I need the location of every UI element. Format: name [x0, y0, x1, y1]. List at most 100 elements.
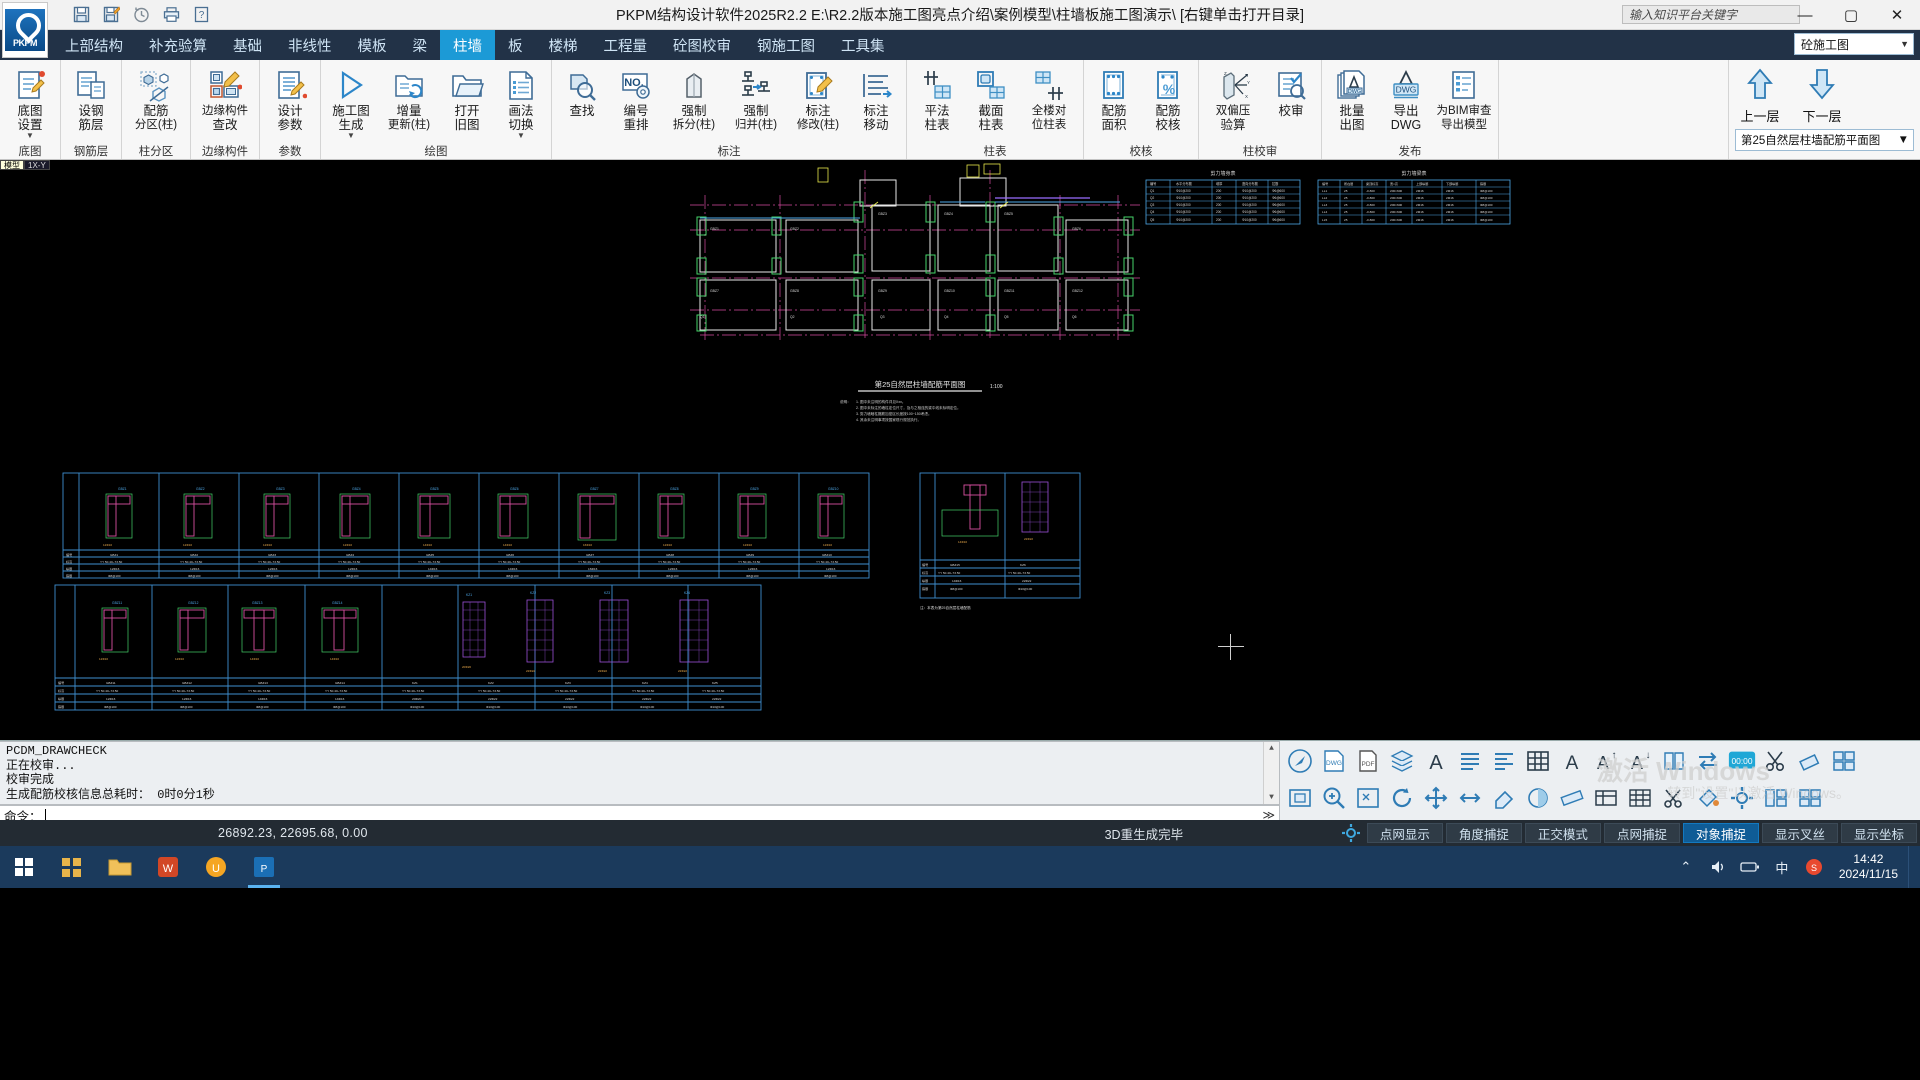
color-picker-icon[interactable] — [1522, 782, 1554, 814]
menu-item-7[interactable]: 板 — [495, 30, 536, 60]
knowledge-search-input[interactable]: 输入知识平台关键字 — [1622, 5, 1800, 24]
status-toggle-1[interactable]: 角度捕捉 — [1445, 823, 1522, 843]
status-toggle-2[interactable]: 正交模式 — [1524, 823, 1601, 843]
swap-icon[interactable] — [1692, 745, 1724, 777]
save-as-icon[interactable] — [98, 3, 124, 27]
export-dwg-button[interactable]: DWG 导出 DWG — [1379, 64, 1433, 132]
menu-item-4[interactable]: 模板 — [345, 30, 400, 60]
rebar-check-button[interactable]: % 配筋 校核 — [1141, 64, 1195, 132]
zoom-in-icon[interactable] — [1318, 782, 1350, 814]
chevron-down-icon[interactable]: ▼ — [347, 132, 355, 140]
timer-icon[interactable]: 00:00 — [1726, 745, 1758, 777]
annotation-edit-column-button[interactable]: 标注 修改(柱) — [787, 64, 849, 132]
dwg-badge-icon[interactable]: DWG — [1318, 745, 1350, 777]
layout-1-icon[interactable] — [1760, 782, 1792, 814]
command-history[interactable]: PCDM_DRAWCHECK 正在校审... 校审完成 生成配筋校核信息总耗时：… — [0, 741, 1280, 805]
chevron-down-icon[interactable]: ▼ — [517, 132, 525, 140]
table-cell-icon[interactable] — [1590, 782, 1622, 814]
module-combo[interactable]: 砼施工图 ▼ — [1794, 33, 1914, 55]
table-grid-icon[interactable] — [1624, 782, 1656, 814]
menu-item-1[interactable]: 补充验算 — [136, 30, 220, 60]
settings-gear-icon[interactable] — [1726, 782, 1758, 814]
renumber-button[interactable]: NO. 编号 重排 — [609, 64, 663, 132]
menu-item-5[interactable]: 梁 — [400, 30, 441, 60]
export-bim-model-button[interactable]: 为BIM审查 导出模型 — [1433, 64, 1495, 132]
battery-icon[interactable] — [1735, 846, 1765, 888]
incremental-update-button[interactable]: 增量 更新(柱) — [378, 64, 440, 132]
menu-item-0[interactable]: 上部结构 — [52, 30, 136, 60]
generate-drawing-button[interactable]: 施工图 生成 ▼ — [324, 64, 378, 140]
batch-plot-button[interactable]: DWG 批量 出图 — [1325, 64, 1379, 132]
text-lines-icon[interactable] — [1454, 745, 1486, 777]
prev-layer-button[interactable]: 上一层 — [1729, 66, 1791, 125]
paint-icon[interactable] — [1692, 782, 1724, 814]
rebar-layer-button[interactable]: 设钢 筋层 — [64, 64, 118, 132]
pdf-icon[interactable]: PDF — [1352, 745, 1384, 777]
canvas-tab-0[interactable]: 模型 — [0, 160, 24, 170]
close-button[interactable]: ✕ — [1874, 0, 1920, 30]
pkpm-logo[interactable]: PKPM — [2, 2, 48, 58]
uc-icon[interactable]: U — [192, 846, 240, 888]
base-drawing-settings-button[interactable]: 底图 设置 ▼ — [3, 64, 57, 140]
menu-item-12[interactable]: 工具集 — [828, 30, 898, 60]
scroll-down-icon[interactable]: ▼ — [1269, 791, 1274, 804]
menu-item-9[interactable]: 工程量 — [591, 30, 661, 60]
status-toggle-4[interactable]: 对象捕捉 — [1682, 823, 1759, 843]
maximize-button[interactable]: ▢ — [1828, 0, 1874, 30]
edge-member-edit-button[interactable]: 边缘构件 查改 — [194, 64, 256, 132]
wps-icon[interactable]: W — [144, 846, 192, 888]
biaxial-check-button[interactable]: Z Y X 双偏压 验算 — [1202, 64, 1264, 132]
volume-icon[interactable] — [1703, 846, 1733, 888]
layout-2-icon[interactable] — [1794, 782, 1826, 814]
cut-icon[interactable] — [1760, 745, 1792, 777]
erase-icon[interactable] — [1488, 782, 1520, 814]
design-parameters-button[interactable]: 设计 参数 — [263, 64, 317, 132]
menu-item-8[interactable]: 楼梯 — [536, 30, 591, 60]
open-old-drawing-button[interactable]: 打开 旧图 — [440, 64, 494, 132]
font-a-plus-icon[interactable]: A ↑ — [1590, 745, 1622, 777]
command-scrollbar[interactable]: ▲ ▼ — [1263, 742, 1279, 804]
menu-item-10[interactable]: 砼图校审 — [660, 30, 744, 60]
pkpm-icon[interactable]: P — [240, 846, 288, 888]
zoom-extents-icon[interactable] — [1352, 782, 1384, 814]
menu-item-6[interactable]: 柱墙 — [440, 30, 495, 60]
taskview-icon[interactable] — [48, 846, 96, 888]
sogou-icon[interactable]: S — [1799, 846, 1829, 888]
layers-icon[interactable] — [1386, 745, 1418, 777]
help-icon[interactable]: ? — [188, 3, 214, 27]
menu-item-11[interactable]: 钢施工图 — [744, 30, 828, 60]
save-icon[interactable] — [68, 3, 94, 27]
find-button[interactable]: 查找 — [555, 64, 609, 118]
start-button[interactable] — [0, 846, 48, 888]
measure-icon[interactable] — [1556, 782, 1588, 814]
review-button[interactable]: 校审 — [1264, 64, 1318, 118]
clock[interactable]: 14:42 2024/11/15 — [1831, 852, 1906, 882]
show-desktop-button[interactable] — [1908, 846, 1916, 888]
history-icon[interactable] — [128, 3, 154, 27]
scissors-icon[interactable] — [1658, 782, 1690, 814]
text-style-a-icon[interactable]: A — [1420, 745, 1452, 777]
menu-item-2[interactable]: 基础 — [220, 30, 275, 60]
drawing-style-switch-button[interactable]: 画法 切换 ▼ — [494, 64, 548, 140]
status-toggle-5[interactable]: 显示叉丝 — [1761, 823, 1838, 843]
ime-icon[interactable]: 中 — [1767, 846, 1797, 888]
menu-item-3[interactable]: 非线性 — [275, 30, 345, 60]
align-left-icon[interactable] — [1488, 745, 1520, 777]
pan-icon[interactable] — [1420, 782, 1452, 814]
font-a-minus-icon[interactable]: A ↓ — [1624, 745, 1656, 777]
eraser-plus-icon[interactable] — [1794, 745, 1826, 777]
status-toggle-0[interactable]: 点网显示 — [1366, 823, 1443, 843]
rebar-area-button[interactable]: 配筋 面积 — [1087, 64, 1141, 132]
canvas-tab-1[interactable]: 1X-Y — [24, 160, 50, 170]
move-icon[interactable] — [1454, 782, 1486, 814]
file-explorer-icon[interactable] — [96, 846, 144, 888]
layer-combo[interactable]: 第25自然层柱墙配筋平面图 ▼ — [1735, 129, 1914, 151]
zoom-window-icon[interactable] — [1284, 782, 1316, 814]
force-split-column-button[interactable]: 强制 拆分(柱) — [663, 64, 725, 132]
minimize-button[interactable]: — — [1782, 0, 1828, 30]
all-floor-aligned-table-button[interactable]: 全楼对 位柱表 — [1018, 64, 1080, 132]
status-toggle-3[interactable]: 点网捕捉 — [1603, 823, 1680, 843]
scroll-up-icon[interactable]: ▲ — [1269, 742, 1274, 755]
section-column-table-button[interactable]: 截面 柱表 — [964, 64, 1018, 132]
chevron-up-icon[interactable]: ⌃ — [1671, 846, 1701, 888]
